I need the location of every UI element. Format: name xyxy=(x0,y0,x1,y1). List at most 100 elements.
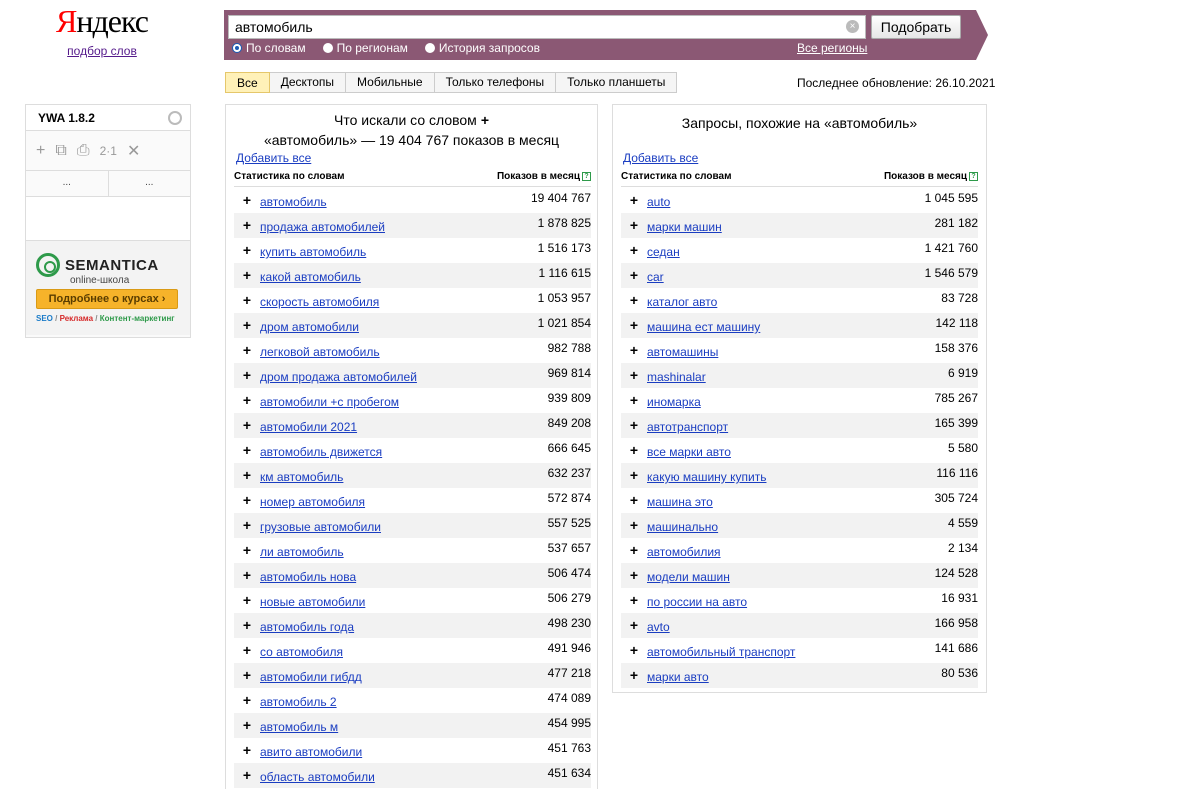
phrase-link[interactable]: скорость автомобиля xyxy=(260,288,379,308)
phrase-link[interactable]: автомобили гибдд xyxy=(260,663,362,683)
phrase-link[interactable]: область автомобили xyxy=(260,763,375,783)
tab-phones-only[interactable]: Только телефоны xyxy=(435,73,557,92)
phrase-link[interactable]: автомобили 2021 xyxy=(260,413,357,433)
phrase-link[interactable]: автомобильный транспорт xyxy=(647,638,795,658)
add-phrase-icon[interactable]: + xyxy=(234,263,260,288)
add-phrase-icon[interactable]: + xyxy=(234,563,260,588)
add-phrase-icon[interactable]: + xyxy=(621,563,647,588)
add-phrase-icon[interactable]: + xyxy=(234,663,260,688)
tab-mobile[interactable]: Мобильные xyxy=(346,73,435,92)
phrase-link[interactable]: car xyxy=(647,263,664,283)
ywa-column-right[interactable]: ... xyxy=(109,171,191,196)
count-icon[interactable]: 2·1 xyxy=(100,144,117,158)
radio-history[interactable]: История запросов xyxy=(424,40,540,56)
search-input[interactable] xyxy=(229,16,829,38)
add-phrase-icon[interactable]: + xyxy=(621,663,647,688)
add-phrase-icon[interactable]: + xyxy=(234,713,260,738)
add-phrase-icon[interactable]: + xyxy=(234,588,260,613)
phrase-link[interactable]: новые автомобили xyxy=(260,588,365,608)
add-phrase-icon[interactable]: + xyxy=(621,213,647,238)
phrase-link[interactable]: автомобиль м xyxy=(260,713,338,733)
phrase-link[interactable]: каталог авто xyxy=(647,288,717,308)
add-phrase-icon[interactable]: + xyxy=(234,388,260,413)
phrase-link[interactable]: auto xyxy=(647,188,670,208)
phrase-link[interactable]: дром продажа автомобилей xyxy=(260,363,417,383)
phrase-link[interactable]: грузовые автомобили xyxy=(260,513,381,533)
add-phrase-icon[interactable]: + xyxy=(621,513,647,538)
add-phrase-icon[interactable]: + xyxy=(621,288,647,313)
add-phrase-icon[interactable]: + xyxy=(234,338,260,363)
add-phrase-icon[interactable]: + xyxy=(621,238,647,263)
radio-by-regions[interactable]: По регионам xyxy=(322,40,408,56)
radio-by-words[interactable]: По словам xyxy=(232,40,306,56)
phrase-link[interactable]: какую машину купить xyxy=(647,463,766,483)
add-phrase-icon[interactable]: + xyxy=(234,763,260,788)
help-icon[interactable]: ? xyxy=(582,172,591,181)
add-phrase-icon[interactable]: + xyxy=(621,188,647,213)
phrase-link[interactable]: автомобиль 2 xyxy=(260,688,337,708)
add-phrase-icon[interactable]: + xyxy=(234,188,260,213)
add-all-plus-icon[interactable]: + xyxy=(481,112,489,128)
phrase-link[interactable]: дром автомобили xyxy=(260,313,359,333)
save-icon[interactable]: ⎙ xyxy=(77,142,90,160)
phrase-link[interactable]: машина ест машину xyxy=(647,313,760,333)
add-phrase-icon[interactable]: + xyxy=(621,263,647,288)
add-phrase-icon[interactable]: + xyxy=(234,213,260,238)
tab-all[interactable]: Все xyxy=(225,72,270,93)
phrase-link[interactable]: легковой автомобиль xyxy=(260,338,380,358)
add-phrase-icon[interactable]: + xyxy=(234,488,260,513)
add-phrase-icon[interactable]: + xyxy=(234,538,260,563)
add-all-link[interactable]: Добавить все xyxy=(623,151,698,165)
add-phrase-icon[interactable]: + xyxy=(621,413,647,438)
phrase-link[interactable]: автомобилия xyxy=(647,538,721,558)
add-phrase-icon[interactable]: + xyxy=(234,613,260,638)
phrase-link[interactable]: купить автомобиль xyxy=(260,238,366,258)
ywa-column-left[interactable]: ... xyxy=(26,171,109,196)
phrase-link[interactable]: иномарка xyxy=(647,388,701,408)
copy-icon[interactable]: ⧉ xyxy=(55,142,66,160)
add-phrase-icon[interactable]: + xyxy=(621,613,647,638)
add-phrase-icon[interactable]: + xyxy=(621,338,647,363)
add-phrase-icon[interactable]: + xyxy=(234,288,260,313)
all-regions-link[interactable]: Все регионы xyxy=(797,41,867,55)
phrase-link[interactable]: автомобиль xyxy=(260,188,327,208)
add-phrase-icon[interactable]: + xyxy=(234,513,260,538)
phrase-link[interactable]: по россии на авто xyxy=(647,588,747,608)
clear-icon[interactable]: × xyxy=(846,20,859,33)
phrase-link[interactable]: машина это xyxy=(647,488,713,508)
add-phrase-icon[interactable]: + xyxy=(234,463,260,488)
phrase-link[interactable]: какой автомобиль xyxy=(260,263,361,283)
tab-desktops[interactable]: Десктопы xyxy=(270,73,347,92)
phrase-link[interactable]: модели машин xyxy=(647,563,730,583)
add-phrase-icon[interactable]: + xyxy=(621,388,647,413)
add-phrase-icon[interactable]: + xyxy=(234,363,260,388)
phrase-link[interactable]: автомобили +с пробегом xyxy=(260,388,399,408)
add-phrase-icon[interactable]: + xyxy=(621,438,647,463)
add-phrase-icon[interactable]: + xyxy=(234,738,260,763)
submit-button[interactable]: Подобрать xyxy=(871,15,961,39)
add-all-link[interactable]: Добавить все xyxy=(236,151,311,165)
phrase-link[interactable]: авито автомобили xyxy=(260,738,362,758)
close-icon[interactable]: ✕ xyxy=(127,141,140,161)
phrase-link[interactable]: mashinalar xyxy=(647,363,706,383)
phrase-link[interactable]: номер автомобиля xyxy=(260,488,365,508)
add-phrase-icon[interactable]: + xyxy=(234,438,260,463)
phrase-link[interactable]: автомобиль нова xyxy=(260,563,356,583)
add-phrase-icon[interactable]: + xyxy=(234,238,260,263)
phrase-link[interactable]: км автомобиль xyxy=(260,463,343,483)
add-phrase-icon[interactable]: + xyxy=(234,413,260,438)
add-icon[interactable]: + xyxy=(36,142,45,160)
add-phrase-icon[interactable]: + xyxy=(621,463,647,488)
gear-icon[interactable] xyxy=(168,111,182,125)
phrase-link[interactable]: марки машин xyxy=(647,213,722,233)
add-phrase-icon[interactable]: + xyxy=(234,638,260,663)
tab-tablets-only[interactable]: Только планшеты xyxy=(556,73,676,92)
phrase-link[interactable]: марки авто xyxy=(647,663,709,683)
wordstat-link[interactable]: подбор слов xyxy=(40,44,164,58)
add-phrase-icon[interactable]: + xyxy=(621,638,647,663)
add-phrase-icon[interactable]: + xyxy=(621,488,647,513)
add-phrase-icon[interactable]: + xyxy=(621,588,647,613)
semantica-ad[interactable]: SEMANTICA online-школа Подробнее о курса… xyxy=(26,241,190,335)
phrase-link[interactable]: машинально xyxy=(647,513,718,533)
phrase-link[interactable]: все марки авто xyxy=(647,438,731,458)
